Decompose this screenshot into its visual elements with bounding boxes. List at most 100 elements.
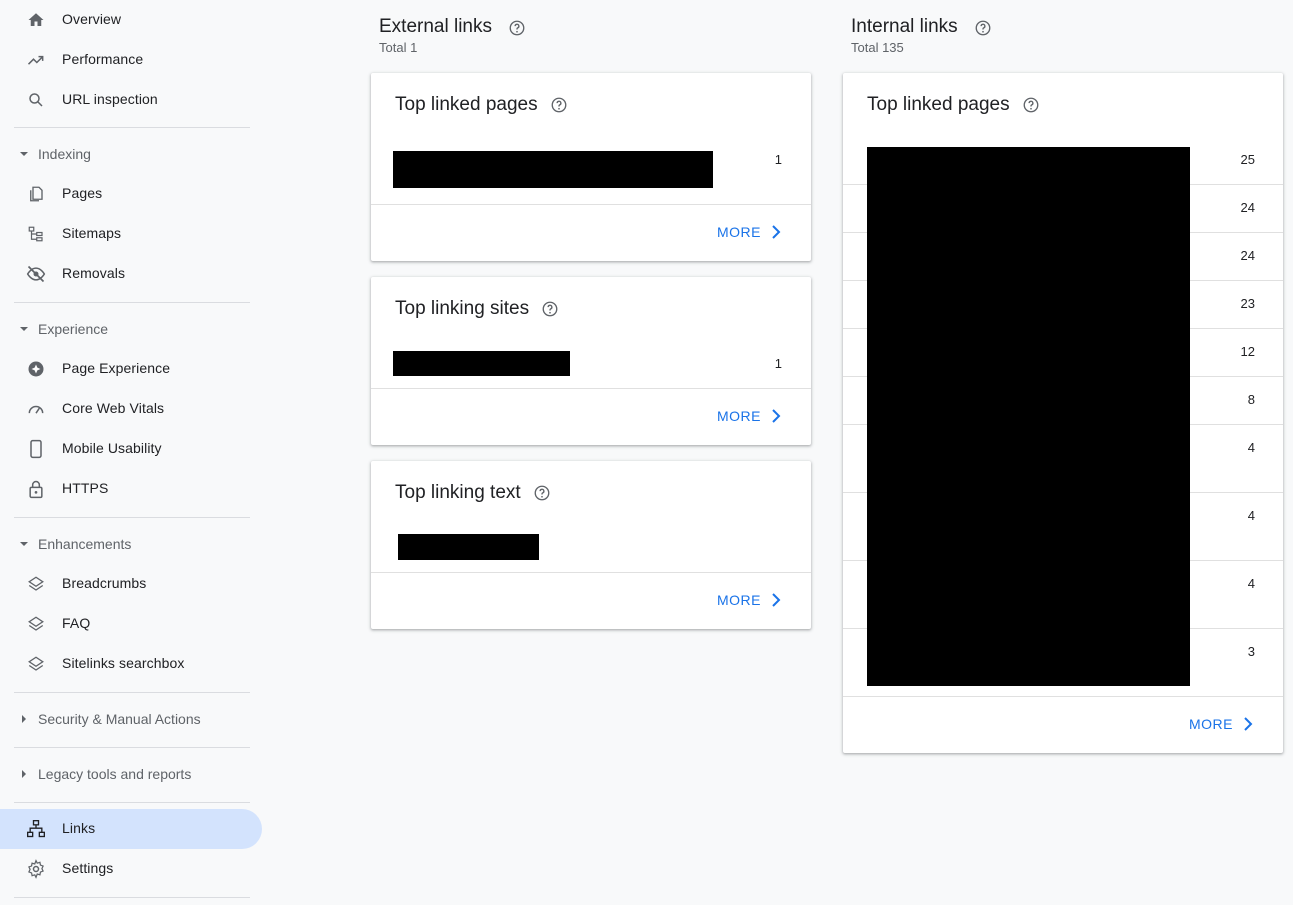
help-icon[interactable]: [550, 96, 568, 114]
chevron-right-icon: [772, 225, 781, 239]
nav-mobile-usability[interactable]: Mobile Usability: [0, 429, 262, 469]
link-count: 3: [1247, 644, 1255, 659]
nav-core-web-vitals[interactable]: Core Web Vitals: [0, 389, 262, 429]
divider: [14, 747, 250, 748]
help-icon[interactable]: [508, 19, 526, 37]
divider: [371, 572, 811, 573]
caret-down-icon: [20, 542, 28, 546]
nav-label: Overview: [62, 11, 122, 27]
more-label: MORE: [717, 592, 761, 608]
divider: [14, 692, 250, 693]
redacted-anchor-text: [398, 534, 539, 560]
internal-links-header: Internal links Total 135: [851, 16, 992, 55]
nav-label: Breadcrumbs: [62, 575, 147, 591]
external-links-header: External links Total 1: [379, 16, 526, 55]
more-label: MORE: [1189, 716, 1233, 732]
more-button[interactable]: MORE: [717, 592, 781, 608]
nav-pages[interactable]: Pages: [0, 174, 262, 214]
link-count: 4: [1247, 576, 1255, 591]
divider: [14, 802, 250, 803]
link-count: 12: [1240, 344, 1255, 359]
link-count: 24: [1240, 248, 1255, 263]
nav-overview[interactable]: Overview: [0, 0, 262, 40]
section-label: Experience: [38, 321, 109, 337]
more-label: MORE: [717, 224, 761, 240]
divider: [14, 897, 250, 898]
internal-links-title: Internal links: [851, 16, 958, 37]
section-enhancements[interactable]: Enhancements: [0, 529, 262, 559]
caret-down-icon: [20, 152, 28, 156]
nav-label: Core Web Vitals: [62, 400, 165, 416]
nav-label: Mobile Usability: [62, 440, 162, 456]
help-icon[interactable]: [533, 484, 551, 502]
divider: [371, 388, 811, 389]
sitemap-icon: [26, 224, 46, 244]
card-title: Top linking text: [395, 482, 551, 504]
card-title-text: Top linking sites: [395, 298, 530, 319]
card-title: Top linked pages: [867, 94, 1040, 116]
internal-links-total: Total 135: [851, 40, 904, 55]
more-label: MORE: [717, 408, 761, 424]
redacted-site[interactable]: [393, 351, 570, 376]
link-count: 23: [1240, 296, 1255, 311]
divider: [14, 127, 250, 128]
trending-icon: [26, 50, 46, 70]
nav-label: HTTPS: [62, 480, 109, 496]
card-title-text: Top linking text: [395, 482, 521, 503]
nav-settings[interactable]: Settings: [0, 849, 262, 889]
section-label: Indexing: [38, 146, 91, 162]
caret-down-icon: [20, 327, 28, 331]
row-divider: [843, 696, 1283, 697]
help-icon[interactable]: [1022, 96, 1040, 114]
nav-label: Sitemaps: [62, 225, 122, 241]
chevron-right-icon: [1244, 717, 1253, 731]
pages-icon: [26, 184, 46, 204]
help-icon[interactable]: [974, 19, 992, 37]
redacted-url[interactable]: [393, 151, 713, 188]
lock-icon: [26, 479, 46, 499]
nav-label: URL inspection: [62, 91, 158, 107]
nav-label: Removals: [62, 265, 126, 281]
nav-sitemaps[interactable]: Sitemaps: [0, 214, 262, 254]
nav-https[interactable]: HTTPS: [0, 469, 262, 509]
help-icon[interactable]: [541, 300, 559, 318]
nav-faq[interactable]: FAQ: [0, 604, 262, 644]
section-label: Legacy tools and reports: [38, 766, 192, 782]
nav-url-inspection[interactable]: URL inspection: [0, 80, 262, 120]
layers-icon: [26, 614, 46, 634]
gauge-icon: [26, 399, 46, 419]
section-indexing[interactable]: Indexing: [0, 139, 262, 169]
nav-label: Sitelinks searchbox: [62, 655, 185, 671]
link-count: 4: [1247, 440, 1255, 455]
nav-label: Page Experience: [62, 360, 171, 376]
nav-breadcrumbs[interactable]: Breadcrumbs: [0, 564, 262, 604]
redacted-url-list: [867, 147, 1190, 686]
link-count: 24: [1240, 200, 1255, 215]
page-experience-icon: [26, 359, 46, 379]
nav-links[interactable]: Links: [0, 809, 262, 849]
section-experience[interactable]: Experience: [0, 314, 262, 344]
nav-removals[interactable]: Removals: [0, 254, 262, 294]
nav-page-experience[interactable]: Page Experience: [0, 349, 262, 389]
nav-label: Performance: [62, 51, 144, 67]
section-security[interactable]: Security & Manual Actions: [0, 704, 262, 734]
chevron-right-icon: [772, 593, 781, 607]
nav-label: Settings: [62, 860, 114, 876]
link-count: 1: [774, 152, 782, 167]
nav-label: Links: [62, 820, 96, 836]
nav-performance[interactable]: Performance: [0, 40, 262, 80]
external-top-linking-text-card: Top linking text MORE: [371, 461, 811, 629]
section-label: Enhancements: [38, 536, 132, 552]
divider: [371, 204, 811, 205]
home-icon: [26, 10, 46, 30]
divider: [14, 302, 250, 303]
more-button[interactable]: MORE: [717, 224, 781, 240]
nav-label: Pages: [62, 185, 103, 201]
section-legacy[interactable]: Legacy tools and reports: [0, 759, 262, 789]
caret-right-icon: [22, 715, 26, 723]
more-button[interactable]: MORE: [717, 408, 781, 424]
more-button[interactable]: MORE: [1189, 716, 1253, 732]
nav-sitelinks-searchbox[interactable]: Sitelinks searchbox: [0, 644, 262, 684]
phone-icon: [26, 439, 46, 459]
link-count: 1: [774, 356, 782, 371]
